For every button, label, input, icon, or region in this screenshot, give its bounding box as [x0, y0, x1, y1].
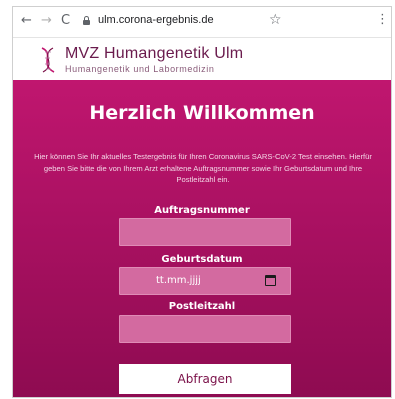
intro-text: Hier können Sie Ihr aktuelles Testergebn…	[34, 152, 372, 184]
page-title: Herzlich Willkommen	[89, 102, 315, 124]
birthdate-label: Geburtsdatum	[161, 254, 243, 265]
site-name: MVZ Humangenetik Ulm	[65, 45, 244, 62]
zip-code-label: Postleitzahl	[168, 301, 236, 312]
forward-arrow-icon[interactable]: →	[41, 13, 52, 28]
browser-window: ← → C ulm.corona-ergebnis.de ☆ ⋮ MVZ Hum…	[12, 6, 392, 398]
calendar-icon[interactable]	[265, 275, 276, 286]
site-subtitle: Humangenetik und Labormedizin	[65, 64, 215, 74]
dna-logo-icon	[41, 47, 55, 73]
zip-code-input[interactable]	[119, 315, 291, 343]
back-arrow-icon[interactable]: ←	[21, 13, 32, 28]
bookmark-star-icon[interactable]: ☆	[269, 12, 282, 28]
lock-icon[interactable]	[83, 16, 90, 25]
reload-icon[interactable]: C	[61, 13, 70, 28]
browser-toolbar: ← → C ulm.corona-ergebnis.de ☆ ⋮	[13, 7, 391, 38]
browser-menu-icon[interactable]: ⋮	[376, 12, 389, 27]
birthdate-placeholder: tt.mm.jjjj	[156, 275, 201, 286]
site-header: MVZ Humangenetik Ulm Humangenetik und La…	[13, 38, 391, 80]
result-form-panel: Herzlich Willkommen Hier können Sie Ihr …	[13, 80, 391, 397]
address-bar[interactable]: ulm.corona-ergebnis.de	[98, 14, 214, 26]
birthdate-input[interactable]: tt.mm.jjjj	[119, 267, 291, 295]
order-number-input[interactable]	[119, 218, 291, 246]
submit-button[interactable]: Abfragen	[119, 364, 291, 394]
order-number-label: Auftragsnummer	[154, 205, 250, 216]
